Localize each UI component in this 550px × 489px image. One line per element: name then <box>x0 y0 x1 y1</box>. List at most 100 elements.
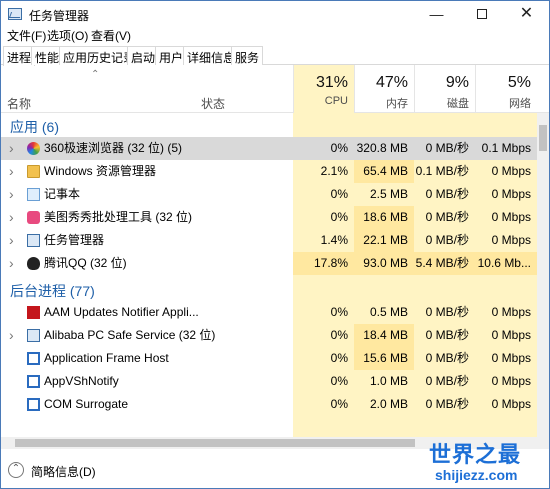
net-cell: 0 Mbps <box>491 351 531 365</box>
tab-services[interactable]: 服务 <box>231 46 264 65</box>
name-column-header[interactable]: 名称 <box>7 95 31 112</box>
title-bar[interactable]: 任务管理器 — ✕ <box>1 1 549 29</box>
process-row[interactable]: AAM Updates Notifier Appli... 0% 0.5 MB 0 M… <box>1 301 537 324</box>
cpu-cell: 0% <box>330 351 348 365</box>
process-list[interactable]: 应用 (6) › 360极速浏览器 (32 位) (5) 0% 320.8 MB 0 MB… <box>1 113 537 437</box>
disk-cell: 0 MB/秒 <box>425 374 469 388</box>
maximize-icon <box>476 9 487 20</box>
cpu-cell: 0% <box>330 374 348 388</box>
process-name: 美图秀秀批处理工具 (32 位) <box>44 210 193 224</box>
expand-chevron-icon[interactable]: › <box>9 137 14 160</box>
close-button[interactable]: ✕ <box>504 1 549 29</box>
qq-penguin-icon <box>27 257 40 270</box>
memory-total: 47% <box>375 74 408 91</box>
sort-up-icon: ⌃ <box>91 69 100 80</box>
vertical-scroll-thumb[interactable] <box>539 125 547 151</box>
net-cell: 0 Mbps <box>491 164 531 178</box>
task-manager-icon <box>27 234 40 247</box>
process-row[interactable]: AppVShNotify 0% 1.0 MB 0 MB/秒 0 Mbps <box>1 370 537 393</box>
cpu-cell: 0% <box>330 305 348 319</box>
column-header: ⌃ 名称 状态 31% CPU 47% 内存 9% 磁盘 5% 网络 <box>1 65 549 113</box>
network-total: 5% <box>507 74 531 91</box>
mem-cell: 320.8 MB <box>356 141 408 155</box>
fewer-details-link[interactable]: 简略信息(D) <box>31 463 96 480</box>
expand-chevron-icon[interactable]: › <box>9 252 14 275</box>
minimize-button[interactable]: — <box>414 1 459 29</box>
mem-cell: 15.6 MB <box>354 347 414 370</box>
status-column-header[interactable]: 状态 <box>201 95 225 112</box>
process-name: COM Surrogate <box>44 397 129 411</box>
process-row[interactable]: › 任务管理器 1.4% 22.1 MB 0 MB/秒 0 Mbps <box>1 229 537 252</box>
process-row[interactable]: › 记事本 0% 2.5 MB 0 MB/秒 0 Mbps <box>1 183 537 206</box>
disk-cell: 5.4 MB/秒 <box>414 252 475 275</box>
group-header[interactable]: 应用 (6) <box>10 117 59 137</box>
process-name: AAM Updates Notifier Appli... <box>44 305 199 319</box>
process-row[interactable]: › 腾讯QQ (32 位) 17.8% 93.0 MB 5.4 MB/秒 10.6 Mb.… <box>1 252 537 275</box>
menu-options[interactable]: 选项(O) <box>47 27 88 44</box>
service-icon <box>27 329 40 342</box>
memory-column-header[interactable]: 47% 内存 <box>354 65 414 113</box>
vertical-scrollbar[interactable] <box>537 113 549 437</box>
horizontal-scroll-thumb[interactable] <box>15 439 415 447</box>
mem-cell: 18.6 MB <box>354 206 414 229</box>
folder-icon <box>27 165 40 178</box>
cpu-cell: 0% <box>330 328 348 342</box>
disk-total: 9% <box>445 74 469 91</box>
group-header[interactable]: 后台进程 (77) <box>10 281 95 301</box>
process-name: 腾讯QQ (32 位) <box>44 256 127 270</box>
cpu-cell: 0% <box>330 141 348 155</box>
disk-cell: 0 MB/秒 <box>425 141 469 155</box>
cpu-cell: 0% <box>330 397 348 411</box>
process-row[interactable]: › 360极速浏览器 (32 位) (5) 0% 320.8 MB 0 MB/秒 0.1 … <box>1 137 537 160</box>
expand-chevron-icon[interactable]: › <box>9 324 14 347</box>
cpu-column-header[interactable]: 31% CPU <box>293 65 354 113</box>
mem-cell: 93.0 MB <box>354 252 414 275</box>
process-row[interactable]: › Alibaba PC Safe Service (32 位) 0% 18.4 MB… <box>1 324 537 347</box>
image-tool-icon <box>27 211 40 224</box>
process-name: Windows 资源管理器 <box>44 164 157 178</box>
mem-cell: 2.0 MB <box>369 397 408 411</box>
process-name: AppVShNotify <box>44 374 119 388</box>
network-column-header[interactable]: 5% 网络 <box>475 65 537 113</box>
process-name: Application Frame Host <box>44 351 169 365</box>
disk-column-header[interactable]: 9% 磁盘 <box>414 65 475 113</box>
mem-cell: 0.5 MB <box>369 305 408 319</box>
browser-icon <box>27 142 40 155</box>
watermark-logo: 世界之最 shijiezz.com <box>425 435 549 489</box>
expand-chevron-icon[interactable]: › <box>9 206 14 229</box>
net-cell: 0 Mbps <box>491 305 531 319</box>
memory-label: 内存 <box>386 98 408 110</box>
expand-chevron-icon[interactable]: › <box>9 229 14 252</box>
mem-cell: 65.4 MB <box>354 160 414 183</box>
maximize-button[interactable] <box>459 1 504 29</box>
expand-chevron-icon[interactable]: › <box>9 183 14 206</box>
network-label: 网络 <box>509 98 531 110</box>
process-row[interactable]: COM Surrogate 0% 2.0 MB 0 MB/秒 0 Mbps <box>1 393 537 416</box>
net-cell: 10.6 Mb... <box>475 252 537 275</box>
disk-cell: 0 MB/秒 <box>425 328 469 342</box>
net-cell: 0.1 Mbps <box>481 141 531 155</box>
process-row[interactable]: › 美图秀秀批处理工具 (32 位) 0% 18.6 MB 0 MB/秒 0 Mbps <box>1 206 537 229</box>
menu-file[interactable]: 文件(F) <box>7 27 46 44</box>
adobe-icon <box>27 306 40 319</box>
mem-cell: 18.4 MB <box>354 324 414 347</box>
expand-chevron-icon[interactable]: › <box>9 160 14 183</box>
process-row[interactable]: › Windows 资源管理器 2.1% 65.4 MB 0.1 MB/秒 0 Mbps <box>1 160 537 183</box>
cpu-cell: 1.4% <box>320 233 348 247</box>
menu-view[interactable]: 查看(V) <box>91 27 131 44</box>
cpu-label: CPU <box>324 95 348 107</box>
disk-cell: 0 MB/秒 <box>425 187 469 201</box>
process-name: Alibaba PC Safe Service (32 位) <box>44 328 216 342</box>
disk-cell: 0 MB/秒 <box>425 210 469 224</box>
tab-bar: 进程 性能 应用历史记录 启动 用户 详细信息 服务 <box>1 45 549 66</box>
process-row[interactable]: Application Frame Host 0% 15.6 MB 0 MB/秒 0 M… <box>1 347 537 370</box>
watermark-title: 世界之最 <box>429 442 522 467</box>
cpu-cell: 0% <box>330 210 348 224</box>
mem-cell: 22.1 MB <box>354 229 414 252</box>
process-name: 任务管理器 <box>44 233 105 247</box>
net-cell: 0 Mbps <box>491 374 531 388</box>
collapse-up-icon[interactable]: ⌃ <box>8 462 24 478</box>
task-manager-app-icon <box>8 8 22 20</box>
watermark-url: shijiezz.com <box>435 467 518 483</box>
disk-cell: 0 MB/秒 <box>425 397 469 411</box>
